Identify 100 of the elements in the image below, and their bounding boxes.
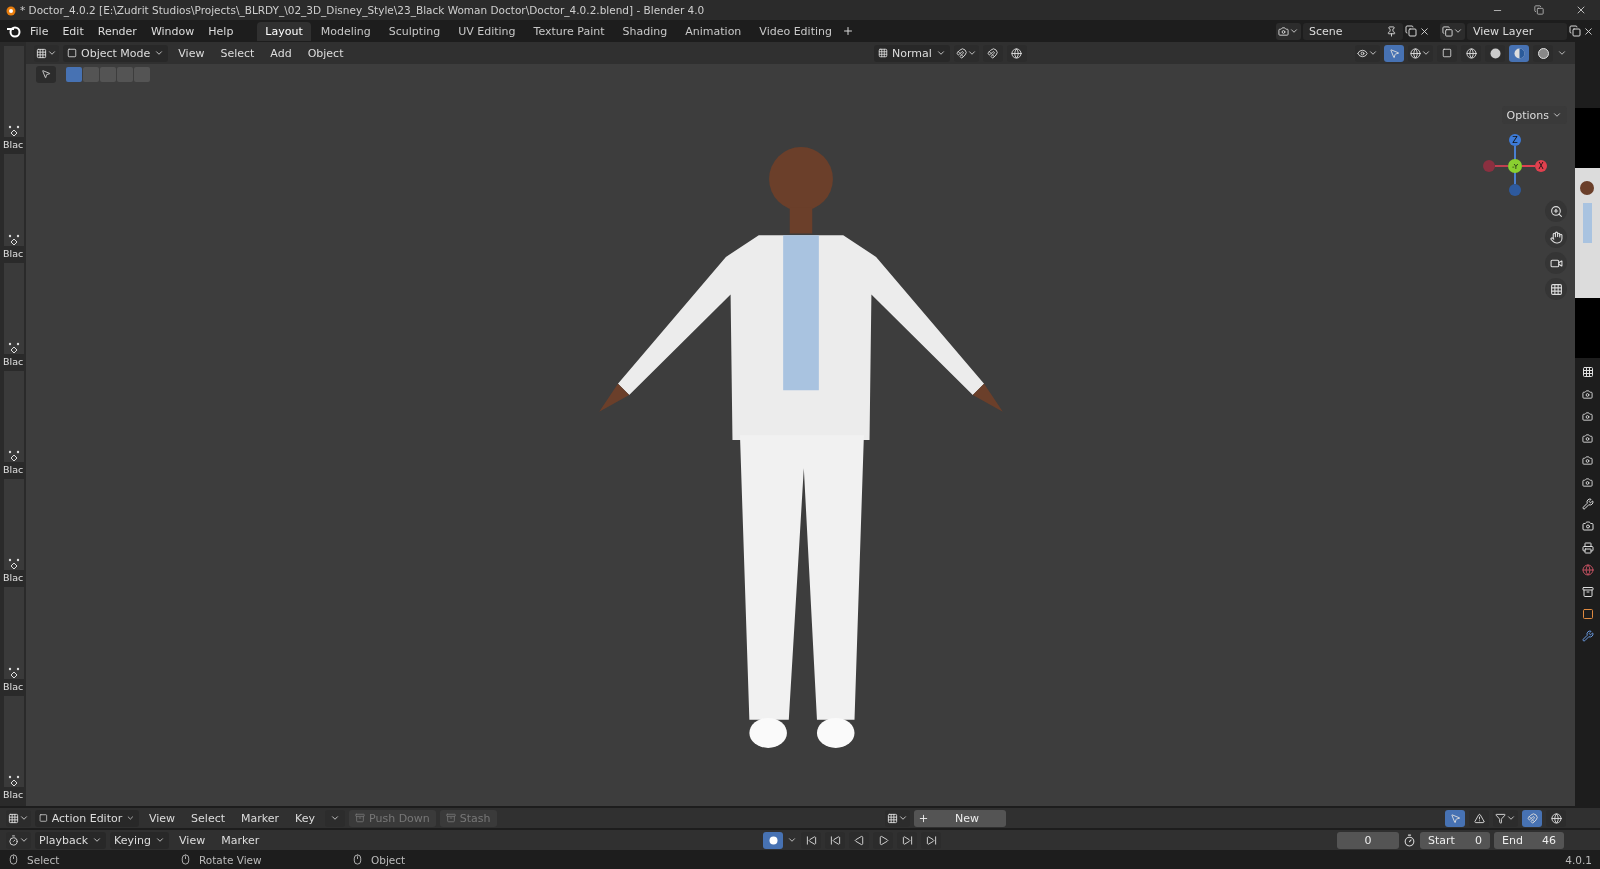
scene-field[interactable]: Scene <box>1303 22 1403 40</box>
workspace-tab[interactable]: Animation <box>677 21 750 41</box>
menu-item[interactable]: View <box>173 831 212 849</box>
menu-item[interactable]: File <box>24 22 55 40</box>
only-selected-button[interactable] <box>1445 809 1465 827</box>
new-action-button[interactable]: New <box>913 809 1006 827</box>
shading-mode-button[interactable] <box>1533 44 1553 62</box>
orientation-dropdown[interactable]: Normal <box>873 44 950 62</box>
xray-button[interactable] <box>1437 44 1457 62</box>
shading-mode-button[interactable] <box>1485 44 1505 62</box>
view-layer-field[interactable]: View Layer <box>1467 22 1567 40</box>
menu-item[interactable]: Edit <box>56 22 90 40</box>
printer-icon[interactable] <box>1581 542 1594 554</box>
jump-end-button[interactable] <box>921 831 942 849</box>
workspace-tab[interactable]: Modeling <box>312 21 379 41</box>
menu-item[interactable]: Render <box>91 22 143 40</box>
negative-z-axis-handle[interactable] <box>1509 184 1521 196</box>
menu-dropdown[interactable]: Playback <box>35 831 107 849</box>
overlay-button[interactable] <box>1408 44 1433 62</box>
workspace-tab[interactable]: Layout <box>257 21 311 41</box>
workspace-tab[interactable]: Texture Paint <box>525 21 613 41</box>
copy-icon[interactable] <box>1569 25 1581 37</box>
close-icon[interactable] <box>1583 25 1594 37</box>
editor-mode-dropdown[interactable]: Action Editor <box>35 809 139 827</box>
workspace-tab[interactable]: Shading <box>614 21 676 41</box>
scene-selector-button[interactable] <box>1276 22 1301 40</box>
editor-type-button[interactable] <box>34 44 59 62</box>
grid-view-button[interactable] <box>1545 278 1567 300</box>
tool-icon[interactable] <box>1581 498 1594 510</box>
shading-mode-button[interactable] <box>1509 44 1529 62</box>
select-tool-button[interactable] <box>36 65 56 83</box>
copy-icon[interactable] <box>1405 25 1417 37</box>
proportional-edit-button[interactable] <box>1546 809 1566 827</box>
menu-dropdown[interactable]: Keying <box>110 831 170 849</box>
camera-icon[interactable] <box>1582 388 1593 400</box>
blender-logo-icon[interactable] <box>6 24 22 38</box>
menu-item[interactable]: Marker <box>235 809 286 827</box>
play-reverse-button[interactable] <box>849 831 870 849</box>
menu-item[interactable]: Object <box>301 44 350 62</box>
play-button[interactable] <box>873 831 894 849</box>
previous-keyframe-button[interactable] <box>825 831 846 849</box>
menu-item[interactable]: Select <box>185 809 232 827</box>
action-strip[interactable]: Blac <box>4 695 24 802</box>
editor-type-button[interactable] <box>6 831 31 849</box>
view-layer-selector-button[interactable] <box>1440 22 1465 40</box>
editor-type-button[interactable] <box>6 809 31 827</box>
workspace-tab[interactable]: Video Editing <box>751 21 840 41</box>
box-icon <box>355 813 366 823</box>
menu-item[interactable]: Marker <box>215 831 266 849</box>
end-frame-field[interactable]: End 46 <box>1494 831 1564 849</box>
camera-icon[interactable] <box>1582 410 1593 422</box>
action-strip[interactable]: Blac <box>4 479 24 586</box>
zoom-button[interactable] <box>1545 200 1567 222</box>
workspace-tab[interactable]: Sculpting <box>380 21 449 41</box>
menu-item[interactable]: Key <box>289 809 322 827</box>
add-icon[interactable] <box>842 25 854 37</box>
camera-icon[interactable] <box>1581 520 1594 532</box>
box-icon[interactable] <box>1581 586 1594 598</box>
gizmo-toggle-button[interactable] <box>1384 44 1404 62</box>
menu-item[interactable]: Select <box>214 44 261 62</box>
start-frame-field[interactable]: Start 0 <box>1420 831 1490 849</box>
visibility-button[interactable] <box>1355 44 1380 62</box>
filter-button[interactable] <box>1493 809 1518 827</box>
camera-view-button[interactable] <box>1545 252 1567 274</box>
stopwatch-icon[interactable] <box>1403 833 1416 847</box>
pin-icon[interactable] <box>1386 25 1397 37</box>
menu-item[interactable]: View <box>143 809 182 827</box>
shading-mode-button[interactable] <box>1461 44 1481 62</box>
pivot-button[interactable] <box>953 44 979 62</box>
close-icon[interactable] <box>1419 25 1430 37</box>
menu-item[interactable]: Add <box>264 44 298 62</box>
show-errors-button[interactable] <box>1469 809 1489 827</box>
globe-icon[interactable] <box>1581 564 1594 576</box>
negative-x-axis-handle[interactable] <box>1483 160 1495 172</box>
camera-icon[interactable] <box>1582 476 1593 488</box>
z-axis-handle[interactable]: Z <box>1509 134 1521 146</box>
workspace-tab[interactable]: UV Editing <box>450 21 524 41</box>
snap-button[interactable] <box>1522 809 1542 827</box>
menu-item[interactable]: View <box>172 44 211 62</box>
next-keyframe-button[interactable] <box>897 831 918 849</box>
menu-item[interactable]: Help <box>202 22 240 40</box>
action-strip[interactable]: Blac <box>4 154 24 261</box>
jump-start-button[interactable] <box>801 831 822 849</box>
options-dropdown[interactable]: Options <box>1501 106 1567 124</box>
action-strip[interactable]: Blac <box>4 370 24 478</box>
x-axis-handle[interactable]: X <box>1535 160 1547 172</box>
action-strip[interactable]: Blac <box>4 587 24 694</box>
menu-item[interactable]: Window <box>144 22 201 40</box>
pan-button[interactable] <box>1545 226 1567 248</box>
wrench-icon[interactable] <box>1581 630 1594 642</box>
action-strip[interactable]: Blac <box>4 262 24 369</box>
action-browse-button[interactable] <box>884 809 910 827</box>
current-frame-field[interactable]: 0 <box>1337 831 1399 849</box>
mode-dropdown[interactable]: Object Mode <box>63 44 169 62</box>
auto-keying-button[interactable] <box>763 831 784 849</box>
snap-button[interactable] <box>982 44 1003 62</box>
camera-icon[interactable] <box>1582 432 1593 444</box>
camera-icon[interactable] <box>1582 454 1593 466</box>
action-strip[interactable]: Blac <box>4 46 24 153</box>
proportional-edit-button[interactable] <box>1006 44 1027 62</box>
